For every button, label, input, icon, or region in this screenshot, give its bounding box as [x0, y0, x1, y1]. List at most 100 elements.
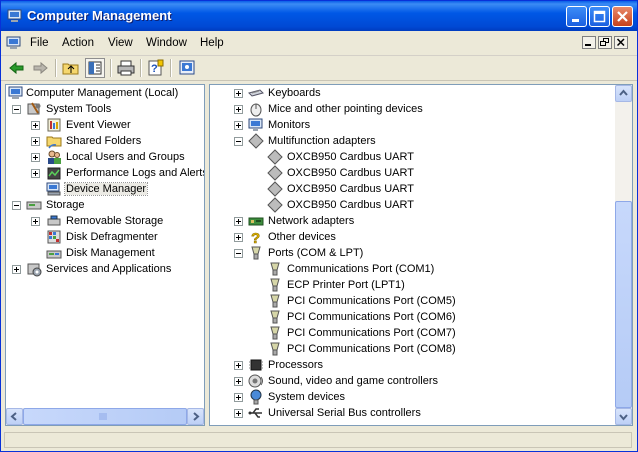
device-category-usb[interactable]: Universal Serial Bus controllers [210, 405, 610, 421]
device-category-mice[interactable]: Mice and other pointing devices [210, 101, 610, 117]
expand-icon[interactable] [31, 121, 40, 130]
collapse-icon[interactable] [234, 137, 243, 146]
device-item-oxcb950[interactable]: OXCB950 Cardbus UART [210, 165, 610, 181]
device-category-label: Network adapters [268, 215, 355, 227]
shared-folder-icon [46, 136, 62, 149]
device-item-label: PCI Communications Port (COM8) [287, 343, 456, 355]
grip-icon [99, 413, 107, 420]
expand-icon[interactable] [234, 217, 243, 226]
scroll-right-button[interactable] [187, 408, 204, 425]
menu-window[interactable]: Window [146, 37, 187, 49]
device-category-other[interactable]: ? Other devices [210, 229, 610, 245]
device-item-oxcb950[interactable]: OXCB950 Cardbus UART [210, 197, 610, 213]
menu-action[interactable]: Action [62, 37, 94, 49]
tree-item-removable-storage[interactable]: Removable Storage [6, 213, 201, 229]
device-item-com1[interactable]: Communications Port (COM1) [210, 261, 610, 277]
expand-icon[interactable] [234, 361, 243, 370]
device-item-com6[interactable]: PCI Communications Port (COM6) [210, 309, 610, 325]
menu-view[interactable]: View [108, 37, 133, 49]
expand-icon[interactable] [234, 377, 243, 386]
device-item-lpt1[interactable]: ECP Printer Port (LPT1) [210, 277, 610, 293]
expand-icon[interactable] [234, 393, 243, 402]
keyboard-icon [248, 89, 264, 97]
horizontal-scroll-thumb[interactable] [23, 408, 187, 425]
expand-icon[interactable] [234, 121, 243, 130]
device-list-pane[interactable]: Keyboards Mice and other pointing device… [209, 84, 633, 426]
expand-icon[interactable] [234, 89, 243, 98]
console-tree-pane[interactable]: Computer Management (Local) System Tools… [5, 84, 205, 426]
close-icon [616, 38, 625, 47]
collapse-icon[interactable] [12, 201, 21, 210]
adapter-device-icon [267, 165, 283, 181]
scroll-up-button[interactable] [615, 85, 632, 102]
device-item-com5[interactable]: PCI Communications Port (COM5) [210, 293, 610, 309]
tree-item-performance-logs[interactable]: Performance Logs and Alerts [6, 165, 204, 181]
menu-bar: File Action View Window Help [1, 31, 637, 56]
users-icon [48, 150, 61, 164]
tree-item-system-tools[interactable]: System Tools [6, 101, 201, 117]
device-category-ports[interactable]: Ports (COM & LPT) [210, 245, 610, 261]
tree-item-disk-management[interactable]: Disk Management [6, 245, 201, 261]
adapter-device-icon [267, 149, 283, 165]
toolbar: ? [1, 56, 637, 81]
child-restore-button[interactable] [598, 36, 612, 49]
up-folder-icon[interactable] [61, 58, 81, 78]
toolbar-separator [140, 59, 142, 77]
device-item-oxcb950[interactable]: OXCB950 Cardbus UART [210, 181, 610, 197]
horizontal-scrollbar[interactable] [6, 408, 204, 425]
tree-item-local-users-groups[interactable]: Local Users and Groups [6, 149, 201, 165]
expand-icon[interactable] [31, 217, 40, 226]
mmc-document-icon[interactable] [6, 35, 22, 51]
tree-item-label: Local Users and Groups [66, 151, 185, 163]
device-category-multifunction[interactable]: Multifunction adapters [210, 133, 610, 149]
arrow-down-icon [619, 414, 628, 421]
device-item-oxcb950[interactable]: OXCB950 Cardbus UART [210, 149, 610, 165]
device-category-label: Sound, video and game controllers [268, 375, 438, 387]
properties-icon[interactable] [177, 58, 197, 78]
tree-item-event-viewer[interactable]: Event Viewer [6, 117, 201, 133]
device-category-network[interactable]: Network adapters [210, 213, 610, 229]
title-bar[interactable]: Computer Management [1, 1, 637, 31]
device-category-sound[interactable]: Sound, video and game controllers [210, 373, 610, 389]
expand-icon[interactable] [31, 137, 40, 146]
tree-item-label: Computer Management (Local) [26, 87, 179, 99]
expand-icon[interactable] [12, 265, 21, 274]
expand-icon[interactable] [31, 169, 40, 178]
minimize-button[interactable] [566, 6, 587, 27]
vertical-scroll-thumb[interactable] [615, 201, 632, 408]
back-icon[interactable] [7, 58, 27, 78]
monitor-icon [248, 118, 263, 131]
child-close-button[interactable] [614, 36, 628, 49]
help-icon[interactable]: ? [146, 58, 166, 78]
menu-file[interactable]: File [30, 37, 49, 49]
computer-management-window: Computer Management File Action View Win… [0, 0, 638, 452]
maximize-button[interactable] [589, 6, 610, 27]
vertical-scrollbar[interactable] [615, 85, 632, 425]
scroll-down-button[interactable] [615, 408, 632, 425]
collapse-icon[interactable] [12, 105, 21, 114]
forward-icon[interactable] [30, 58, 50, 78]
collapse-icon[interactable] [234, 249, 243, 258]
device-item-com7[interactable]: PCI Communications Port (COM7) [210, 325, 610, 341]
tree-item-shared-folders[interactable]: Shared Folders [6, 133, 201, 149]
tree-item-computer-management[interactable]: Computer Management (Local) [6, 85, 201, 101]
tree-item-disk-defragmenter[interactable]: Disk Defragmenter [6, 229, 201, 245]
device-category-system[interactable]: System devices [210, 389, 610, 405]
expand-icon[interactable] [31, 153, 40, 162]
tree-item-services-applications[interactable]: Services and Applications [6, 261, 201, 277]
expand-icon[interactable] [234, 105, 243, 114]
show-hide-tree-button[interactable] [85, 58, 105, 78]
device-item-com8[interactable]: PCI Communications Port (COM8) [210, 341, 610, 357]
tree-item-device-manager[interactable]: Device Manager [6, 181, 201, 197]
scroll-left-button[interactable] [6, 408, 23, 425]
tree-item-storage[interactable]: Storage [6, 197, 201, 213]
menu-help[interactable]: Help [200, 37, 224, 49]
close-button[interactable] [612, 6, 633, 27]
device-category-keyboards[interactable]: Keyboards [210, 85, 610, 101]
expand-icon[interactable] [234, 233, 243, 242]
print-icon[interactable] [116, 58, 136, 78]
device-category-monitors[interactable]: Monitors [210, 117, 610, 133]
child-minimize-button[interactable] [582, 36, 596, 49]
expand-icon[interactable] [234, 409, 243, 418]
device-category-processors[interactable]: Processors [210, 357, 610, 373]
